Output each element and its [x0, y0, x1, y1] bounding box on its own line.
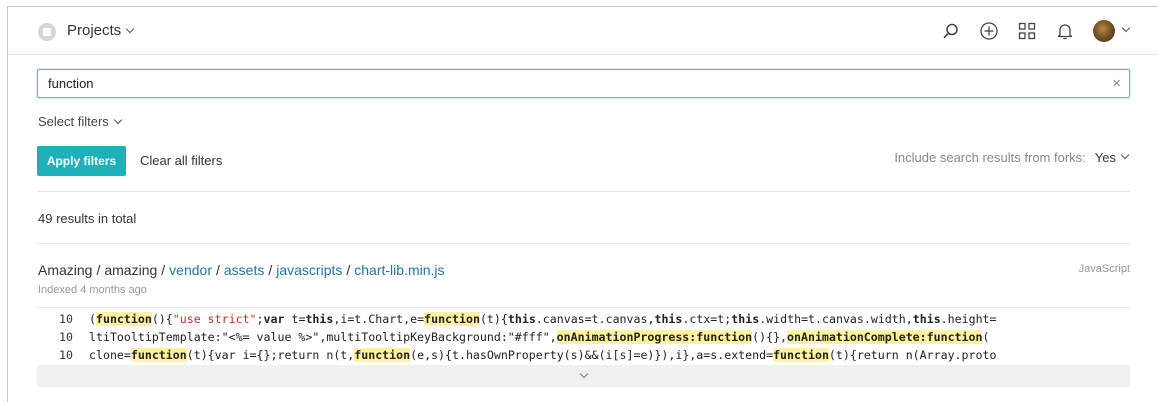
code-line: 10 clone=function(t){var i={};return n(t,… — [37, 347, 1130, 364]
chevron-down-icon — [113, 115, 123, 125]
results-count: 49 results in total — [38, 211, 137, 226]
divider — [37, 191, 1130, 192]
chevron-down-icon — [125, 24, 135, 34]
bell-icon[interactable] — [1055, 21, 1075, 41]
path-separator: / — [96, 262, 101, 278]
add-circle-icon[interactable] — [979, 21, 999, 41]
code-line: 10 (function(){"use strict";var t=this,i=… — [37, 311, 1130, 328]
forks-value: Yes — [1094, 150, 1116, 165]
code-snippet: 10 (function(){"use strict";var t=this,i=… — [37, 307, 1130, 365]
expand-snippet-button[interactable] — [37, 365, 1130, 387]
chevron-down-icon — [1121, 23, 1131, 33]
path-separator: / — [346, 262, 351, 278]
avatar — [1093, 20, 1115, 42]
clear-all-filters-link[interactable]: Clear all filters — [140, 153, 222, 168]
apps-grid-icon[interactable] — [1017, 21, 1037, 41]
chevron-down-icon — [1120, 150, 1130, 159]
line-number: 10 — [59, 348, 73, 362]
apply-filters-button[interactable]: Apply filters — [37, 146, 126, 176]
forks-label: Include search results from forks: — [894, 150, 1086, 165]
project-logo-icon[interactable] — [38, 23, 56, 41]
search-input[interactable] — [38, 70, 1129, 97]
forks-toggle[interactable]: Include search results from forks: Yes — [894, 150, 1130, 165]
top-bar: Projects — [8, 7, 1158, 55]
user-menu[interactable] — [1093, 20, 1131, 42]
path-separator: / — [161, 262, 166, 278]
path-project[interactable]: amazing — [104, 262, 157, 278]
path-link-vendor[interactable]: vendor — [169, 262, 212, 278]
language-badge: JavaScript — [1078, 263, 1130, 275]
clear-search-icon[interactable]: × — [1112, 76, 1121, 91]
result-path: Amazing / amazing / vendor / assets / javascript… — [38, 262, 445, 278]
chevron-down-icon — [579, 369, 588, 379]
path-separator: / — [215, 262, 220, 278]
app-frame: Projects × Select filters Ap — [7, 6, 1158, 402]
line-number: 10 — [59, 312, 73, 326]
divider — [37, 243, 1130, 244]
line-number: 10 — [59, 330, 73, 344]
projects-label: Projects — [67, 22, 122, 39]
search-box: × — [37, 69, 1130, 98]
select-filters-label: Select filters — [38, 114, 109, 129]
path-namespace[interactable]: Amazing — [38, 262, 92, 278]
projects-dropdown[interactable]: Projects — [67, 22, 135, 39]
path-link-assets[interactable]: assets — [224, 262, 264, 278]
path-link-javascripts[interactable]: javascripts — [276, 262, 342, 278]
path-link-file[interactable]: chart-lib.min.js — [354, 262, 444, 278]
code-line: 10 ltiTooltipTemplate:"<%= value %>",mult… — [37, 329, 1130, 346]
search-icon[interactable] — [941, 21, 961, 41]
indexed-time: Indexed 4 months ago — [38, 284, 147, 296]
path-separator: / — [268, 262, 273, 278]
select-filters-dropdown[interactable]: Select filters — [38, 114, 123, 129]
header-actions — [941, 20, 1131, 42]
